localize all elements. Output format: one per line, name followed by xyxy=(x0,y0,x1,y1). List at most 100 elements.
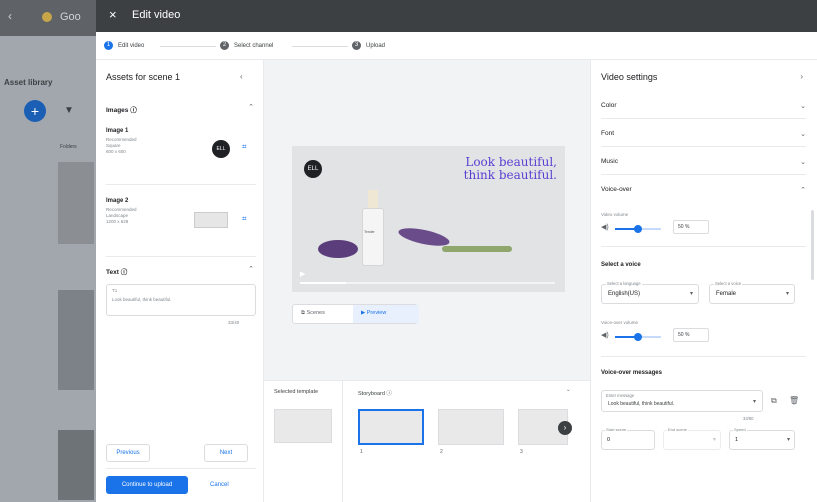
message-input-value: Look beautiful, think beautiful. xyxy=(608,401,675,407)
volume-icon: ◀) xyxy=(601,332,609,339)
text-section-header[interactable]: Text ⓘ ⌃ xyxy=(106,266,256,276)
bottle-dropper xyxy=(368,190,378,210)
divider xyxy=(342,381,343,502)
slider-thumb[interactable] xyxy=(634,225,642,233)
chevron-down-icon[interactable]: ⌄ xyxy=(800,130,806,138)
message-input-label: Enter message xyxy=(606,393,635,398)
chevron-right-icon[interactable]: › xyxy=(800,72,803,81)
text-input-t1[interactable]: T1 Look beautiful, think beautiful. xyxy=(106,284,256,316)
image-2-title: Image 2 xyxy=(106,198,129,204)
image-2-thumbnail[interactable] xyxy=(194,212,228,228)
previous-button[interactable]: Previous xyxy=(106,444,150,462)
edit-video-modal: × Edit video 1 Edit video 2 Select chann… xyxy=(96,0,817,502)
voiceover-volume-label: Voice-over volume xyxy=(601,320,639,325)
chevron-right-icon[interactable]: › xyxy=(558,421,572,435)
preview-toggle-label: Preview xyxy=(366,310,387,316)
selected-template-label: Selected template xyxy=(274,389,319,395)
background-app-title: Goo xyxy=(60,11,81,23)
divider xyxy=(106,184,256,185)
playback-progress-fill xyxy=(300,282,346,284)
stepper: 1 Edit video 2 Select channel 3 Upload xyxy=(96,32,817,60)
font-section-label: Font xyxy=(601,130,615,137)
preview-toggle[interactable]: ▶ Preview xyxy=(361,310,386,316)
voiceover-volume-value: 50 xyxy=(678,332,684,338)
continue-to-upload-button[interactable]: Continue to upload xyxy=(106,476,188,494)
video-volume-label: Video volume xyxy=(601,212,629,217)
image-2-block: Image 2 Recommended Landscape 1200 x 628… xyxy=(106,198,256,228)
step-connector xyxy=(292,46,348,47)
modal-title: Edit video xyxy=(132,9,181,21)
speed-select[interactable]: Speed 1 ▾ xyxy=(729,427,795,450)
background-asset-thumbnail xyxy=(58,290,94,390)
voice-select-value: Female xyxy=(716,291,737,297)
step-upload: 3 Upload xyxy=(352,41,385,50)
scene-thumbnail-1[interactable] xyxy=(358,409,424,445)
slider-track[interactable] xyxy=(615,333,661,341)
scene-number: 1 xyxy=(360,449,363,455)
chevron-down-icon[interactable]: ⌄ xyxy=(566,387,571,393)
voiceover-volume-input[interactable]: 50 % xyxy=(673,328,709,342)
crop-icon[interactable]: ⌗ xyxy=(242,142,247,152)
settings-scrollbar[interactable] xyxy=(811,210,814,280)
text-input-value: Look beautiful, think beautiful. xyxy=(112,297,172,302)
chevron-down-icon[interactable]: ⌄ xyxy=(800,158,806,166)
modal-header: × Edit video xyxy=(96,0,817,32)
language-select[interactable]: Select a language English(US) ▾ xyxy=(601,281,699,304)
slider-thumb[interactable] xyxy=(634,333,642,341)
volume-icon: ◀) xyxy=(601,224,609,231)
chevron-up-icon[interactable]: ⌃ xyxy=(248,103,254,111)
step-number: 1 xyxy=(104,41,113,50)
color-section-header[interactable]: Color ⌄ xyxy=(601,102,806,110)
start-scene-select[interactable]: Start scene 0 xyxy=(601,427,655,450)
step-label: Upload xyxy=(366,42,386,49)
scene-thumbnail-2[interactable] xyxy=(438,409,504,445)
divider xyxy=(106,256,256,257)
end-scene-label: End scene xyxy=(667,427,688,432)
chevron-left-icon[interactable]: ‹ xyxy=(240,72,243,81)
video-volume-value: 50 xyxy=(678,224,684,230)
preview-headline: Look beautiful, think beautiful. xyxy=(464,156,557,182)
divider xyxy=(601,118,806,119)
bottle-image xyxy=(362,208,384,266)
chevron-up-icon[interactable]: ⌃ xyxy=(800,186,806,194)
delete-icon[interactable]: 🗑 xyxy=(789,396,799,405)
end-scene-select[interactable]: End scene ▾ xyxy=(663,427,721,450)
image-2-meta-line: 1200 x 628 xyxy=(106,219,129,224)
selected-template-thumbnail[interactable] xyxy=(274,409,332,443)
images-section-header[interactable]: Images ⓘ ⌃ xyxy=(106,104,256,114)
image-1-meta-line: 600 x 600 xyxy=(106,149,126,154)
play-icon[interactable]: ▶ xyxy=(300,270,305,278)
dropdown-arrow-icon: ▾ xyxy=(786,437,790,443)
start-scene-label: Start scene xyxy=(605,427,628,432)
message-char-count: 33/80 xyxy=(743,416,754,421)
chevron-down-icon[interactable]: ⌄ xyxy=(800,102,806,110)
crop-icon[interactable]: ⌗ xyxy=(242,214,247,224)
dropdown-arrow-icon: ▾ xyxy=(785,291,789,297)
next-button[interactable]: Next xyxy=(204,444,248,462)
voice-over-messages-heading: Voice-over messages xyxy=(601,370,662,376)
start-scene-value: 0 xyxy=(607,437,611,443)
image-1-thumbnail[interactable]: ELL xyxy=(212,140,230,158)
language-select-label: Select a language xyxy=(606,281,642,286)
font-section-header[interactable]: Font ⌄ xyxy=(601,130,806,138)
step-label: Select channel xyxy=(234,42,274,49)
voice-select[interactable]: Select a voice Female ▾ xyxy=(709,281,795,304)
cancel-button[interactable]: Cancel xyxy=(210,482,229,488)
scene-number: 3 xyxy=(520,449,523,455)
background-asset-thumbnail xyxy=(58,430,94,500)
slider-track[interactable] xyxy=(615,225,661,233)
copy-icon[interactable]: ⧉ xyxy=(771,396,777,406)
close-icon[interactable]: × xyxy=(109,8,117,22)
video-volume-input[interactable]: 50 % xyxy=(673,220,709,234)
step-number: 3 xyxy=(352,41,361,50)
add-icon: + xyxy=(24,100,46,122)
scenes-toggle[interactable]: ⧉ Scenes xyxy=(301,310,325,317)
voice-over-message-input[interactable]: Enter message Look beautiful, think beau… xyxy=(601,390,763,412)
divider xyxy=(601,146,806,147)
voice-over-section-header[interactable]: Voice-over ⌃ xyxy=(601,186,806,194)
music-section-header[interactable]: Music ⌄ xyxy=(601,158,806,166)
music-section-label: Music xyxy=(601,158,618,165)
video-preview[interactable]: ELL Look beautiful, think beautiful. Ten… xyxy=(292,146,565,292)
playback-progress[interactable] xyxy=(300,282,555,284)
chevron-up-icon[interactable]: ⌃ xyxy=(248,265,254,273)
